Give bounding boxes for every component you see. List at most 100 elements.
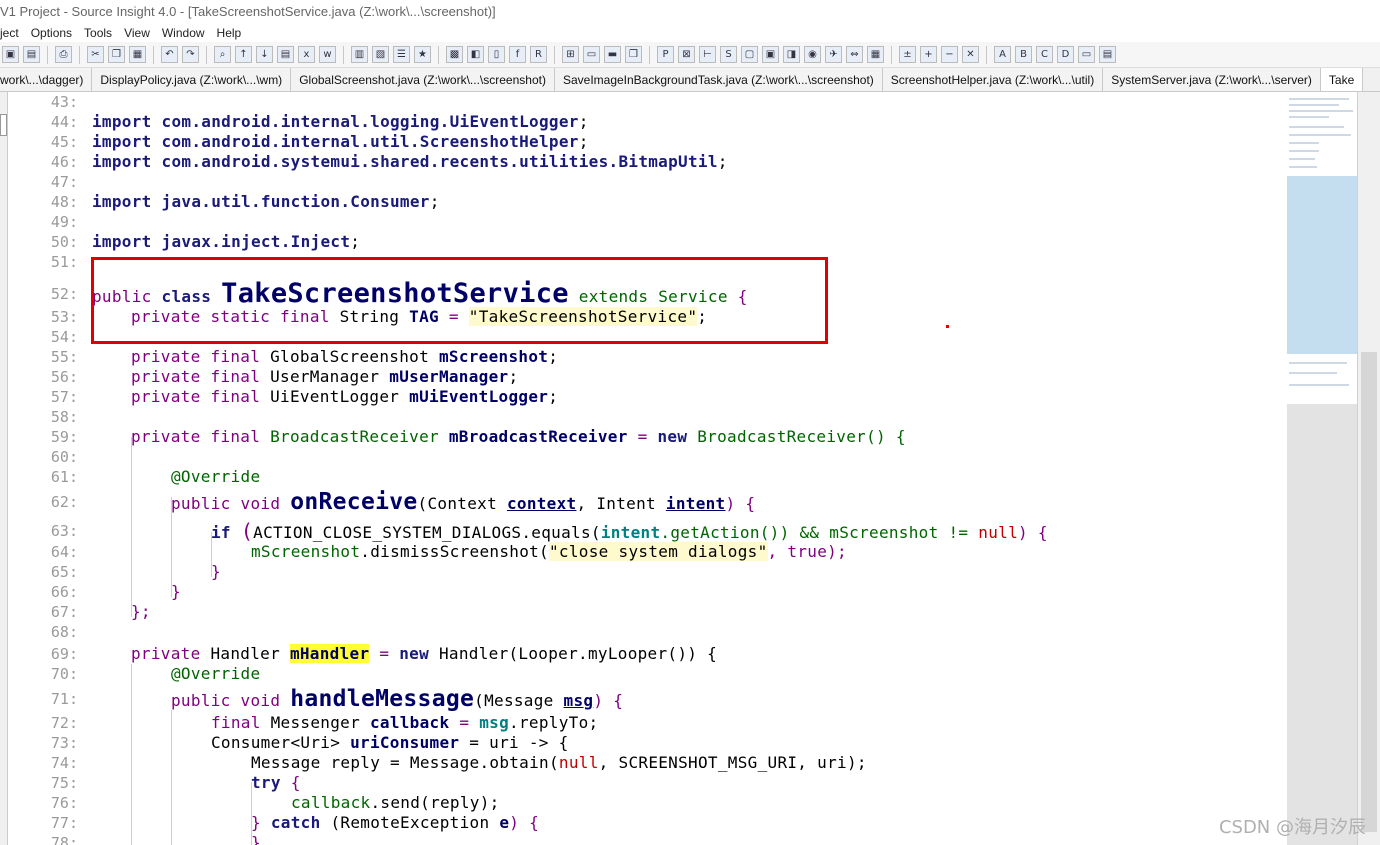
bookmark-next-icon[interactable]: ▧ — [372, 46, 389, 63]
toolbar-divider — [986, 45, 987, 64]
line-number: 51: — [50, 253, 78, 271]
search-up-icon[interactable]: ↑ — [235, 46, 252, 63]
menu-options[interactable]: Options — [31, 26, 72, 40]
undo-icon[interactable]: ↶ — [161, 46, 178, 63]
semicolon: ; — [508, 367, 519, 386]
copy-icon[interactable]: ❐ — [108, 46, 125, 63]
save-all-icon[interactable]: ▣ — [2, 46, 19, 63]
left-panel-strip[interactable] — [0, 92, 8, 845]
code-line: 63: if (ACTION_CLOSE_SYSTEM_DIALOGS.equal… — [8, 520, 1287, 542]
line-number: 55: — [50, 348, 78, 366]
tree-icon[interactable]: ⊢ — [699, 46, 716, 63]
menu-project[interactable]: ject — [0, 26, 19, 40]
search-files-icon[interactable]: ▤ — [277, 46, 294, 63]
book-icon[interactable]: ▯ — [488, 46, 505, 63]
lookup-icon[interactable]: w — [319, 46, 336, 63]
clip-icon[interactable]: ▣ — [762, 46, 779, 63]
code-line: 71: public void handleMessage(Message msg… — [8, 686, 1287, 712]
relation-icon[interactable]: ⊠ — [678, 46, 695, 63]
star-icon[interactable]: ★ — [414, 46, 431, 63]
minimap-line — [1289, 98, 1349, 100]
folder-icon[interactable]: ▭ — [1078, 46, 1095, 63]
grid-icon[interactable]: ▦ — [867, 46, 884, 63]
param-type: (Message — [474, 691, 564, 710]
minimap-line — [1289, 158, 1315, 160]
symbol-window-icon[interactable]: S — [720, 46, 737, 63]
code-line: 48: import java.util.function.Consumer; — [8, 192, 1287, 212]
font-b-icon[interactable]: B — [1015, 46, 1032, 63]
redo-icon[interactable]: ↷ — [182, 46, 199, 63]
keyword-import: import — [92, 192, 152, 211]
minimap-line — [1289, 362, 1347, 364]
menu-tools[interactable]: Tools — [84, 26, 112, 40]
cut-icon[interactable]: ✂ — [87, 46, 104, 63]
constructor-call: Handler(Looper.myLooper()) { — [438, 644, 718, 663]
reference-icon[interactable]: R — [530, 46, 547, 63]
options-icon[interactable]: ▤ — [1099, 46, 1116, 63]
tab-screenshothelper[interactable]: ScreenshotHelper.java (Z:\work\...\util) — [882, 68, 1104, 91]
expand-icon[interactable]: ± — [899, 46, 916, 63]
semicolon: ; — [429, 192, 440, 211]
line-number: 44: — [50, 113, 78, 131]
font-d-icon[interactable]: D — [1057, 46, 1074, 63]
tab-takescreenshotservice[interactable]: Take — [1320, 68, 1364, 91]
scrollbar-thumb[interactable] — [1361, 352, 1377, 832]
code-line: 78:} — [8, 833, 1287, 845]
vertical-scrollbar[interactable] — [1357, 92, 1380, 845]
paste-icon[interactable]: ▦ — [129, 46, 146, 63]
compare-icon[interactable]: ⇔ — [846, 46, 863, 63]
code-line: 44: import com.android.internal.logging.U… — [8, 112, 1287, 132]
minimap-viewport[interactable] — [1287, 176, 1357, 354]
line-number: 70: — [50, 665, 78, 683]
add-icon[interactable]: + — [920, 46, 937, 63]
tab-systemserver[interactable]: SystemServer.java (Z:\work\...\server) — [1103, 68, 1321, 91]
collapse-icon[interactable]: − — [941, 46, 958, 63]
tab-displaypolicy[interactable]: DisplayPolicy.java (Z:\work\...\wm) — [92, 68, 292, 91]
code-line: 58: — [8, 407, 1287, 427]
brace: ) { — [1018, 523, 1048, 542]
type-name: UiEventLogger — [270, 387, 400, 406]
semicolon: ; — [578, 132, 589, 151]
code-editor[interactable]: 43: 44: import com.android.internal.loggi… — [8, 92, 1287, 845]
overview-minimap[interactable] — [1287, 92, 1357, 845]
search-down-icon[interactable]: ↓ — [256, 46, 273, 63]
context-icon[interactable]: ◨ — [783, 46, 800, 63]
keyword-private: private — [131, 387, 201, 406]
function-icon[interactable]: f — [509, 46, 526, 63]
window-tile-icon[interactable]: ⊞ — [562, 46, 579, 63]
line-number: 77: — [50, 814, 78, 832]
bird-icon[interactable]: ✈ — [825, 46, 842, 63]
keyword-import: import — [92, 232, 152, 251]
keyword-catch: catch — [270, 813, 321, 832]
browse-icon[interactable]: ◉ — [804, 46, 821, 63]
font-a-icon[interactable]: A — [994, 46, 1011, 63]
menu-help[interactable]: Help — [217, 26, 242, 40]
window-split-icon[interactable]: ▭ — [583, 46, 600, 63]
operator: = — [459, 713, 470, 732]
search-icon[interactable]: ⌕ — [214, 46, 231, 63]
layout-icon[interactable]: ▢ — [741, 46, 758, 63]
code-line: 74: Message reply = Message.obtain(null, … — [8, 753, 1287, 773]
window-cascade-icon[interactable]: ❒ — [625, 46, 642, 63]
replace-icon[interactable]: x — [298, 46, 315, 63]
menu-view[interactable]: View — [124, 26, 150, 40]
jump-icon[interactable]: ◧ — [467, 46, 484, 63]
symbol-icon[interactable]: ▩ — [446, 46, 463, 63]
tab-globalscreenshot[interactable]: GlobalScreenshot.java (Z:\work\...\scree… — [291, 68, 555, 91]
tab-dagger[interactable]: work\...\dagger) — [0, 68, 93, 91]
print-icon[interactable]: ⎙ — [55, 46, 72, 63]
bookmark-icon[interactable]: ▥ — [351, 46, 368, 63]
list-icon[interactable]: ☰ — [393, 46, 410, 63]
close-icon[interactable]: ✕ — [962, 46, 979, 63]
tab-saveimage[interactable]: SaveImageInBackgroundTask.java (Z:\work\… — [554, 68, 883, 91]
semicolon: ; — [350, 232, 361, 251]
save-icon[interactable]: ▤ — [23, 46, 40, 63]
field-name: mBroadcastReceiver — [448, 427, 628, 446]
font-c-icon[interactable]: C — [1036, 46, 1053, 63]
window-horiz-icon[interactable]: ▬ — [604, 46, 621, 63]
minimap-line — [1289, 110, 1353, 112]
code-line: 69: private Handler mHandler = new Handle… — [8, 644, 1287, 664]
project-icon[interactable]: P — [657, 46, 674, 63]
code-line: 43: — [8, 92, 1287, 112]
menu-window[interactable]: Window — [162, 26, 205, 40]
